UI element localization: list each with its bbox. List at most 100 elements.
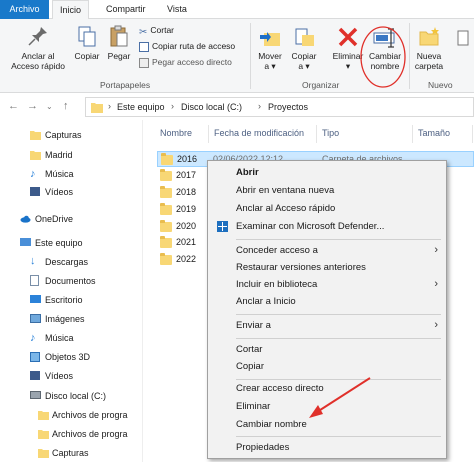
- copy-folder-icon: [295, 28, 314, 46]
- menu-item-cut[interactable]: Cortar: [208, 341, 446, 358]
- ribbon-separator: [409, 23, 410, 89]
- new-folder-icon: [419, 27, 439, 46]
- ribbon-separator: [250, 23, 251, 89]
- context-menu: Abrir Abrir en ventana nueva Anclar al A…: [207, 160, 447, 459]
- menu-separator: [236, 239, 441, 240]
- column-divider[interactable]: [472, 125, 473, 143]
- new-folder-button[interactable]: Nueva carpeta: [412, 25, 446, 71]
- menu-item-pin-start[interactable]: Anclar a Inicio: [208, 293, 446, 310]
- pin-label: Anclar al Acceso rápido: [11, 51, 65, 71]
- column-header-name[interactable]: Nombre: [160, 128, 192, 138]
- copy-label: Copiar: [74, 51, 100, 61]
- tab-share[interactable]: Compartir: [99, 0, 153, 19]
- ribbon: Anclar al Acceso rápido Copiar Pegar ✂ Co…: [0, 19, 474, 93]
- breadcrumb-projects[interactable]: Proyectos: [268, 102, 308, 112]
- defender-shield-icon: [217, 221, 228, 232]
- folder-icon: [160, 186, 172, 198]
- new-item-icon: [457, 30, 469, 46]
- column-divider[interactable]: [316, 125, 317, 143]
- paste-shortcut-icon: [139, 57, 149, 68]
- folder-icon: [161, 153, 173, 165]
- copy-to-button[interactable]: Copiar a ▾: [288, 25, 320, 71]
- menu-item-copy[interactable]: Copiar: [208, 358, 446, 375]
- image-icon: [30, 314, 41, 323]
- paste-button[interactable]: Pegar: [104, 25, 134, 61]
- group-new-label: Nuevo: [428, 80, 453, 90]
- menu-item-grant-access[interactable]: Conceder acceso a ›: [208, 242, 446, 259]
- computer-icon: [20, 238, 31, 246]
- folder-icon: [160, 169, 172, 181]
- move-folder-icon: [260, 32, 280, 46]
- video-icon: [30, 371, 40, 380]
- folder-icon: [30, 131, 41, 140]
- menu-item-open[interactable]: Abrir: [208, 164, 446, 181]
- delete-button[interactable]: Eliminar ▾: [330, 25, 366, 71]
- navigation-pane: Capturas Madrid ♪ Música Vídeos OneDrive…: [0, 120, 143, 462]
- menu-item-properties[interactable]: Propiedades: [208, 439, 446, 456]
- tab-home[interactable]: Inicio: [52, 0, 90, 20]
- paste-shortcut-button[interactable]: Pegar acceso directo: [139, 56, 232, 69]
- desktop-icon: [30, 295, 41, 303]
- menu-item-include-library[interactable]: Incluir en biblioteca ›: [208, 276, 446, 293]
- chevron-right-icon: ›: [434, 244, 438, 256]
- cut-button[interactable]: ✂ Cortar: [139, 24, 175, 38]
- folder-icon: [160, 236, 172, 248]
- tab-file[interactable]: Archivo: [0, 0, 49, 19]
- column-divider[interactable]: [412, 125, 413, 143]
- music-icon: ♪: [30, 168, 36, 180]
- address-bar: ← → ⌄ ↑ › Este equipo › Disco local (C:)…: [0, 94, 474, 120]
- download-icon: ↓: [30, 255, 36, 267]
- scissors-icon: ✂: [139, 26, 148, 38]
- copy-path-label: Copiar ruta de acceso: [152, 41, 236, 51]
- column-header-type[interactable]: Tipo: [322, 128, 339, 138]
- column-divider[interactable]: [208, 125, 209, 143]
- column-header-size[interactable]: Tamaño: [418, 128, 450, 138]
- paste-label: Pegar: [107, 51, 131, 61]
- new-item-button[interactable]: [452, 25, 474, 51]
- up-arrow-icon[interactable]: ↑: [63, 100, 69, 112]
- folder-icon: [91, 103, 103, 113]
- tab-view[interactable]: Vista: [160, 0, 194, 19]
- menu-item-open-new-window[interactable]: Abrir en ventana nueva: [208, 182, 446, 199]
- copy-button[interactable]: Copiar: [72, 25, 102, 61]
- menu-item-rename[interactable]: Cambiar nombre: [208, 416, 446, 433]
- breadcrumb-this-pc[interactable]: Este equipo: [117, 102, 165, 112]
- copy-path-icon: [139, 41, 149, 52]
- folder-icon: [30, 151, 41, 160]
- folder-icon: [38, 411, 49, 420]
- cube-icon: [30, 352, 40, 362]
- pin-icon: [28, 27, 47, 46]
- breadcrumb-local-disk[interactable]: Disco local (C:): [181, 102, 242, 112]
- rename-icon: [373, 28, 395, 48]
- cloud-icon: [20, 215, 31, 223]
- menu-separator: [236, 314, 441, 315]
- delete-x-icon: [338, 27, 358, 47]
- address-field[interactable]: › Este equipo › Disco local (C:) › Proye…: [85, 97, 474, 117]
- video-icon: [30, 187, 40, 196]
- copy-icon: [78, 26, 96, 47]
- column-header-modified[interactable]: Fecha de modificación: [214, 128, 304, 138]
- drive-icon: [30, 391, 41, 399]
- menu-item-restore-versions[interactable]: Restaurar versiones anteriores: [208, 259, 446, 276]
- folder-icon: [160, 203, 172, 215]
- recent-dropdown-icon[interactable]: ⌄: [46, 102, 53, 111]
- group-organize-label: Organizar: [302, 80, 340, 90]
- menu-item-delete[interactable]: Eliminar: [208, 398, 446, 415]
- chevron-right-icon: ›: [434, 278, 438, 290]
- ribbon-tabs: Archivo Inicio Compartir Vista: [0, 0, 474, 20]
- menu-item-scan-defender[interactable]: Examinar con Microsoft Defender...: [208, 218, 446, 235]
- folder-icon: [160, 220, 172, 232]
- cut-label: Cortar: [150, 25, 175, 35]
- menu-item-create-shortcut[interactable]: Crear acceso directo: [208, 380, 446, 397]
- menu-separator: [236, 436, 441, 437]
- forward-arrow-icon[interactable]: →: [27, 100, 38, 112]
- rename-button[interactable]: Cambiar nombre: [366, 25, 404, 71]
- move-to-button[interactable]: Mover a ▾: [256, 25, 284, 71]
- menu-item-pin-quick-access[interactable]: Anclar al Acceso rápido: [208, 200, 446, 217]
- move-to-label: Mover a ▾: [258, 51, 282, 71]
- copy-path-button[interactable]: Copiar ruta de acceso: [139, 40, 235, 53]
- new-folder-label: Nueva carpeta: [414, 51, 444, 71]
- back-arrow-icon[interactable]: ←: [8, 100, 19, 112]
- pin-quick-access-button[interactable]: Anclar al Acceso rápido: [2, 25, 74, 71]
- menu-item-send-to[interactable]: Enviar a ›: [208, 317, 446, 334]
